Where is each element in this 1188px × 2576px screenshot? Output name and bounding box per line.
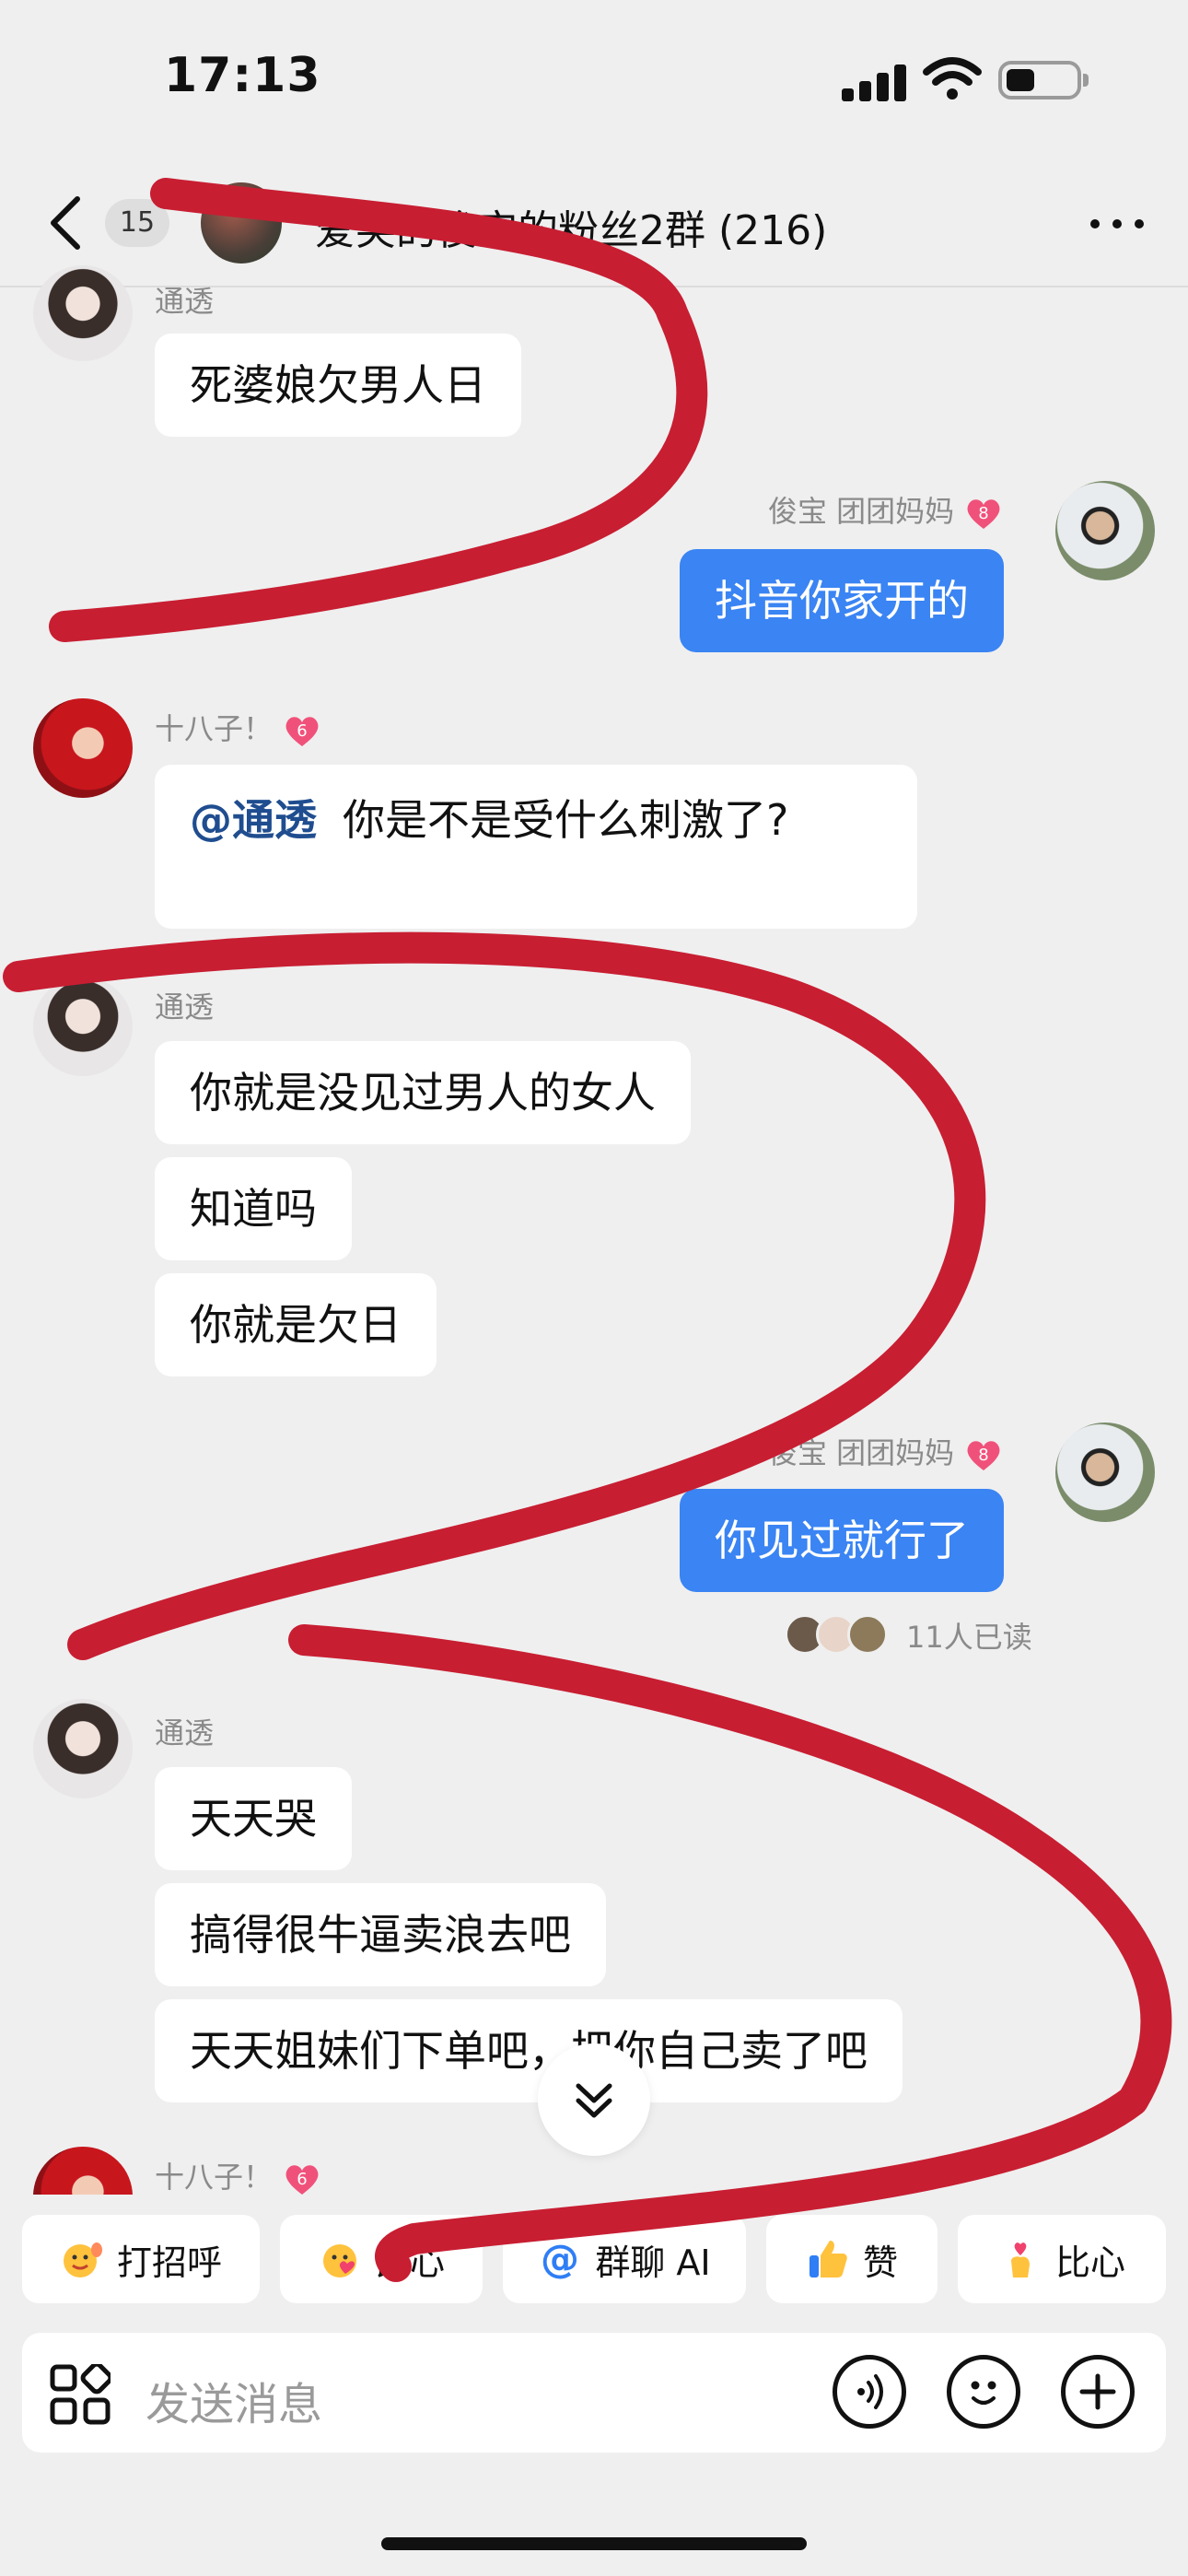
- quick-reply-label: 比心: [374, 2242, 445, 2283]
- sender-name: 通透: [155, 989, 215, 1025]
- voice-icon: [857, 2374, 883, 2409]
- at-sign-icon: @: [541, 2237, 579, 2281]
- avatar-junbao[interactable]: [1055, 481, 1155, 580]
- message-bubble[interactable]: 你就是没见过男人的女人: [155, 1041, 691, 1144]
- scroll-down-button[interactable]: [538, 2043, 650, 2156]
- sender-name-row: 十八子！ 6: [155, 2154, 320, 2195]
- emoji-button[interactable]: [947, 2355, 1020, 2429]
- group-avatar[interactable]: [201, 182, 282, 263]
- scroll-down-icon: [576, 2083, 612, 2118]
- status-time: 17:13: [164, 48, 321, 103]
- message-bubble[interactable]: @通透 你是不是受什么刺激了?: [155, 765, 917, 929]
- heart-emoji-icon: [322, 2244, 356, 2277]
- sender-name-row: 十八子！ 6: [155, 706, 320, 748]
- more-dots-icon[interactable]: [1090, 214, 1144, 232]
- level-number: 6: [297, 721, 307, 741]
- message-bubble-self[interactable]: 你见过就行了: [680, 1489, 1004, 1592]
- quick-reply-wave[interactable]: 打招呼: [22, 2215, 260, 2303]
- wifi-icon: [923, 57, 982, 100]
- level-heart-icon: 8: [967, 499, 1000, 529]
- cellular-signal-icon: [842, 63, 906, 101]
- quick-reply-label: 赞: [862, 2242, 898, 2283]
- voice-button[interactable]: [833, 2355, 906, 2429]
- svg-text:@: @: [541, 2237, 579, 2281]
- thumbs-up-icon: [809, 2241, 847, 2277]
- sender-name-row: 俊宝 团团妈妈 8: [768, 1430, 1002, 1472]
- emoji-icon: [971, 2381, 996, 2405]
- message-input-bar: 发送消息: [22, 2333, 1166, 2453]
- quick-reply-like[interactable]: 赞: [766, 2215, 938, 2303]
- read-receipt-avatars[interactable]: [785, 1614, 895, 1655]
- message-bubble[interactable]: 天天姐妹们下单吧，把你自己卖了吧: [155, 1999, 903, 2102]
- avatar-tongtou[interactable]: [33, 1699, 133, 1798]
- group-title[interactable]: 爱笑的俊宝的粉丝2群 (216): [315, 197, 827, 256]
- sender-name-row: 俊宝 团团妈妈 8: [768, 488, 1002, 531]
- avatar-shibazi[interactable]: [33, 698, 133, 798]
- battery-icon: [998, 61, 1089, 100]
- chat-header: 15 爱笑的俊宝的粉丝2群 (216): [0, 157, 1188, 287]
- wave-emoji-icon: [63, 2242, 102, 2277]
- message-bubble[interactable]: 搞得很牛逼卖浪去吧: [155, 1883, 606, 1986]
- level-number: 8: [978, 1446, 988, 1465]
- back-chevron-icon[interactable]: [44, 193, 90, 252]
- message-bubble[interactable]: 知道吗: [155, 1157, 352, 1260]
- finger-heart-icon: [1010, 2242, 1030, 2277]
- sender-name: 俊宝 团团妈妈: [768, 1435, 955, 1470]
- message-input[interactable]: 发送消息: [146, 2368, 322, 2432]
- level-heart-icon: 8: [967, 1441, 1000, 1470]
- sender-name: 十八子！: [155, 2160, 274, 2195]
- level-number: 6: [297, 2170, 307, 2189]
- message-bubble[interactable]: 你就是欠日: [155, 1273, 437, 1376]
- level-number: 8: [978, 504, 988, 523]
- level-heart-icon: 6: [285, 2165, 319, 2195]
- mention-tag[interactable]: @通透: [190, 795, 317, 845]
- plus-icon: [1079, 2373, 1116, 2410]
- message-bubble[interactable]: 天天哭: [155, 1767, 352, 1870]
- avatar-tongtou[interactable]: [33, 265, 133, 361]
- unread-count-badge[interactable]: 15: [105, 199, 169, 247]
- message-bubble[interactable]: 死婆娘欠男人日: [155, 334, 521, 437]
- avatar-junbao[interactable]: [1055, 1423, 1155, 1522]
- sender-name: 俊宝 团团妈妈: [768, 494, 955, 529]
- quick-reply-group-ai[interactable]: @ 群聊 AI: [503, 2215, 746, 2303]
- plus-button[interactable]: [1061, 2355, 1135, 2429]
- sender-name: 十八子！: [155, 711, 274, 746]
- level-heart-icon: 6: [285, 717, 319, 746]
- quick-reply-label: 打招呼: [116, 2242, 222, 2283]
- home-indicator: [381, 2537, 807, 2550]
- sender-name: 通透: [155, 284, 215, 319]
- message-text: 你是不是受什么刺激了?: [343, 795, 789, 845]
- avatar-tongtou[interactable]: [33, 977, 133, 1076]
- quick-reply-label: 群聊 AI: [595, 2242, 711, 2283]
- message-bubble-self[interactable]: 抖音你家开的: [680, 549, 1004, 652]
- quick-reply-heart[interactable]: 比心: [280, 2215, 483, 2303]
- read-receipt-count[interactable]: 11人已读: [906, 1614, 1032, 1657]
- quick-reply-finger-heart[interactable]: 比心: [958, 2215, 1166, 2303]
- quick-reply-label: 比心: [1054, 2242, 1125, 2283]
- apps-grid-icon[interactable]: [50, 2364, 111, 2425]
- avatar-shibazi[interactable]: [33, 2147, 133, 2195]
- sender-name: 通透: [155, 1715, 215, 1751]
